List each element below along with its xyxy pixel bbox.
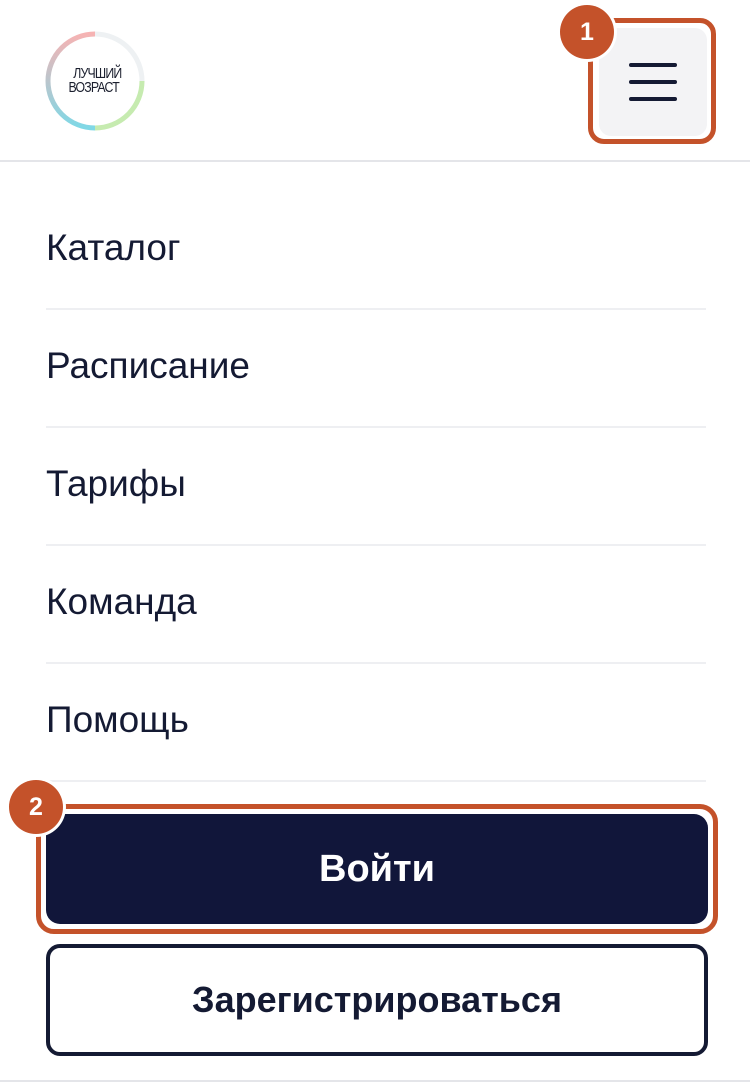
hamburger-menu-icon — [629, 63, 677, 101]
menu-button[interactable] — [599, 28, 707, 136]
nav-item-tariffs[interactable]: Тарифы — [46, 428, 706, 546]
logo-wordmark: Лучший возраст — [44, 30, 146, 132]
logo-line-2: возраст — [68, 79, 120, 96]
login-button[interactable]: Войти — [46, 814, 708, 924]
register-button[interactable]: Зарегистрироваться — [46, 944, 708, 1056]
header: Лучший возраст — [0, 0, 750, 162]
nav-item-schedule[interactable]: Расписание — [46, 310, 706, 428]
nav-item-team[interactable]: Команда — [46, 546, 706, 664]
logo[interactable]: Лучший возраст — [44, 30, 146, 132]
nav-menu: Каталог Расписание Тарифы Команда Помощь — [46, 192, 706, 782]
nav-item-help[interactable]: Помощь — [46, 664, 706, 782]
annotation-badge-1: 1 — [560, 5, 614, 59]
bottom-divider — [0, 1080, 750, 1082]
annotation-badge-2: 2 — [9, 780, 63, 834]
nav-item-catalog[interactable]: Каталог — [46, 192, 706, 310]
